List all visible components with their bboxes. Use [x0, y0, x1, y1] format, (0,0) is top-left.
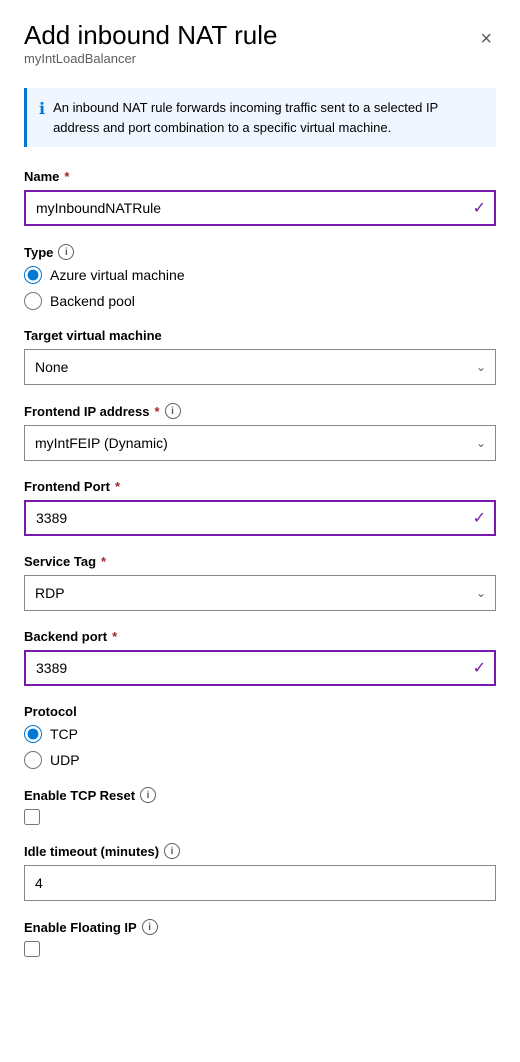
protocol-radio-tcp[interactable] — [24, 725, 42, 743]
protocol-udp-label: UDP — [50, 752, 80, 768]
type-backend-pool-label: Backend pool — [50, 293, 135, 309]
backend-port-required-marker: * — [112, 629, 117, 644]
title-block: Add inbound NAT rule myIntLoadBalancer — [24, 20, 277, 84]
target-vm-select[interactable]: None — [24, 349, 496, 385]
frontend-port-required-marker: * — [115, 479, 120, 494]
backend-port-input-wrapper: ✓ — [24, 650, 496, 686]
type-azure-vm-label: Azure virtual machine — [50, 267, 185, 283]
frontend-ip-label: Frontend IP address * i — [24, 403, 496, 419]
type-field-group: Type i Azure virtual machine Backend poo… — [24, 244, 496, 310]
floating-ip-info-icon[interactable]: i — [142, 919, 158, 935]
backend-port-input[interactable] — [24, 650, 496, 686]
type-info-icon[interactable]: i — [58, 244, 74, 260]
floating-ip-checkbox-group — [24, 941, 496, 957]
target-vm-select-wrapper: None ⌄ — [24, 349, 496, 385]
frontend-ip-select-wrapper: myIntFEIP (Dynamic) ⌄ — [24, 425, 496, 461]
target-vm-field-group: Target virtual machine None ⌄ — [24, 328, 496, 385]
protocol-tcp-label: TCP — [50, 726, 78, 742]
name-label: Name * — [24, 169, 496, 184]
info-icon: ℹ — [39, 99, 45, 119]
floating-ip-label: Enable Floating IP i — [24, 919, 496, 935]
name-check-icon: ✓ — [473, 198, 486, 218]
service-tag-select[interactable]: RDP — [24, 575, 496, 611]
info-banner: ℹ An inbound NAT rule forwards incoming … — [24, 88, 496, 147]
frontend-port-input-wrapper: ✓ — [24, 500, 496, 536]
protocol-field-group: Protocol TCP UDP — [24, 704, 496, 769]
backend-port-check-icon: ✓ — [473, 658, 486, 678]
service-tag-label: Service Tag * — [24, 554, 496, 569]
dialog-header: Add inbound NAT rule myIntLoadBalancer × — [24, 20, 496, 84]
name-input-wrapper: ✓ — [24, 190, 496, 226]
frontend-port-check-icon: ✓ — [473, 508, 486, 528]
protocol-option-udp[interactable]: UDP — [24, 751, 496, 769]
dialog-subtitle: myIntLoadBalancer — [24, 51, 277, 66]
service-tag-required-marker: * — [101, 554, 106, 569]
tcp-reset-label: Enable TCP Reset i — [24, 787, 496, 803]
name-required-marker: * — [64, 169, 69, 184]
tcp-reset-checkbox-group — [24, 809, 496, 825]
type-option-backend-pool[interactable]: Backend pool — [24, 292, 496, 310]
name-field-group: Name * ✓ — [24, 169, 496, 226]
dialog-title: Add inbound NAT rule — [24, 20, 277, 51]
frontend-port-field-group: Frontend Port * ✓ — [24, 479, 496, 536]
tcp-reset-checkbox[interactable] — [24, 809, 40, 825]
name-input[interactable] — [24, 190, 496, 226]
backend-port-label: Backend port * — [24, 629, 496, 644]
frontend-port-input[interactable] — [24, 500, 496, 536]
frontend-port-label: Frontend Port * — [24, 479, 496, 494]
idle-timeout-input-wrapper — [24, 865, 496, 901]
target-vm-label: Target virtual machine — [24, 328, 496, 343]
type-label: Type i — [24, 244, 496, 260]
frontend-ip-required-marker: * — [154, 404, 159, 419]
frontend-ip-field-group: Frontend IP address * i myIntFEIP (Dynam… — [24, 403, 496, 461]
type-radio-group: Azure virtual machine Backend pool — [24, 266, 496, 310]
service-tag-select-wrapper: RDP ⌄ — [24, 575, 496, 611]
backend-port-field-group: Backend port * ✓ — [24, 629, 496, 686]
floating-ip-checkbox[interactable] — [24, 941, 40, 957]
idle-timeout-info-icon[interactable]: i — [164, 843, 180, 859]
service-tag-field-group: Service Tag * RDP ⌄ — [24, 554, 496, 611]
frontend-ip-info-icon[interactable]: i — [165, 403, 181, 419]
floating-ip-field-group: Enable Floating IP i — [24, 919, 496, 957]
frontend-ip-select[interactable]: myIntFEIP (Dynamic) — [24, 425, 496, 461]
idle-timeout-label: Idle timeout (minutes) i — [24, 843, 496, 859]
info-text: An inbound NAT rule forwards incoming tr… — [53, 98, 484, 137]
protocol-label: Protocol — [24, 704, 496, 719]
idle-timeout-input[interactable] — [24, 865, 496, 901]
type-radio-azure-vm[interactable] — [24, 266, 42, 284]
tcp-reset-info-icon[interactable]: i — [140, 787, 156, 803]
tcp-reset-field-group: Enable TCP Reset i — [24, 787, 496, 825]
idle-timeout-field-group: Idle timeout (minutes) i — [24, 843, 496, 901]
type-option-azure-vm[interactable]: Azure virtual machine — [24, 266, 496, 284]
close-button[interactable]: × — [476, 24, 496, 55]
protocol-radio-udp[interactable] — [24, 751, 42, 769]
type-radio-backend-pool[interactable] — [24, 292, 42, 310]
protocol-option-tcp[interactable]: TCP — [24, 725, 496, 743]
protocol-radio-group: TCP UDP — [24, 725, 496, 769]
